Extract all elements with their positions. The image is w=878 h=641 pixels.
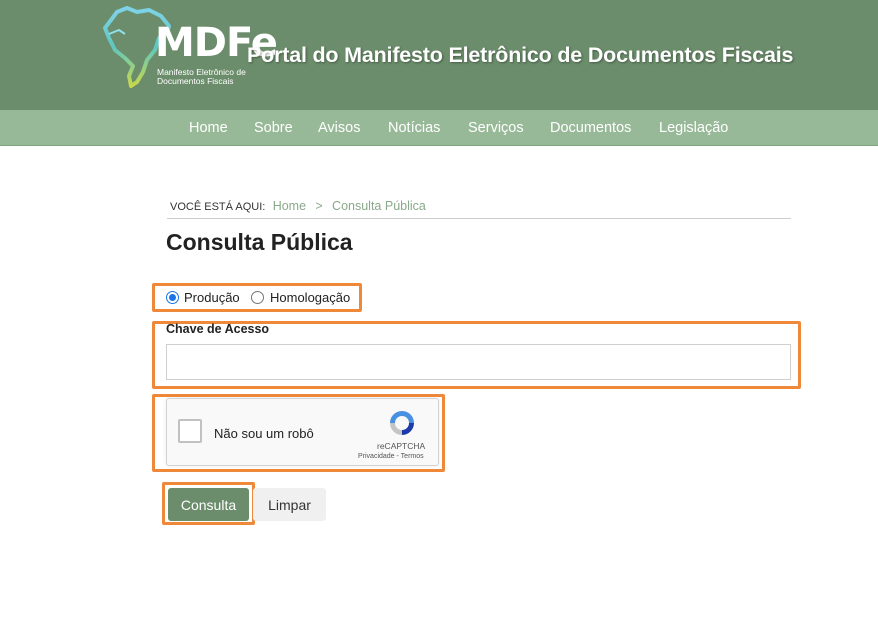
page-title: Consulta Pública xyxy=(166,229,353,255)
main-nav: Home Sobre Avisos Notícias Serviços Docu… xyxy=(0,110,878,146)
nav-item-servicos[interactable]: Serviços xyxy=(468,120,524,136)
breadcrumb-current: Consulta Pública xyxy=(332,199,426,213)
logo-subtitle-line2: Documentos Fiscais xyxy=(157,76,234,86)
nav-item-sobre[interactable]: Sobre xyxy=(254,120,293,136)
recaptcha-widget: Não sou um robô reCAPTCHA Privacidade - … xyxy=(166,398,439,466)
radio-homologacao-label[interactable]: Homologação xyxy=(270,290,350,305)
mdfe-logo[interactable]: MDFe Manifesto Eletrônico de Documentos … xyxy=(103,4,278,90)
breadcrumb-divider xyxy=(167,218,791,219)
access-key-label: Chave de Acesso xyxy=(166,322,270,336)
limpar-button[interactable]: Limpar xyxy=(253,488,326,521)
nav-item-legislacao[interactable]: Legislação xyxy=(659,120,728,136)
radio-producao[interactable] xyxy=(166,291,179,304)
recaptcha-brand: reCAPTCHA xyxy=(377,441,426,451)
recaptcha-logo-icon xyxy=(390,411,414,435)
recaptcha-links[interactable]: Privacidade - Termos xyxy=(358,453,424,460)
breadcrumb-home-link[interactable]: Home xyxy=(273,199,306,213)
radio-homologacao[interactable] xyxy=(251,291,264,304)
nav-item-home[interactable]: Home xyxy=(189,120,228,136)
breadcrumb-separator: > xyxy=(315,199,323,213)
site-header: MDFe Manifesto Eletrônico de Documentos … xyxy=(0,0,878,110)
breadcrumb: VOCÊ ESTÁ AQUI: Home > Consulta Pública xyxy=(170,199,426,213)
consulta-button[interactable]: Consulta xyxy=(168,488,249,521)
nav-item-avisos[interactable]: Avisos xyxy=(318,120,360,136)
portal-title: Portal do Manifesto Eletrônico de Docume… xyxy=(247,43,794,67)
logo-subtitle: Manifesto Eletrônico de Documentos Fisca… xyxy=(157,68,246,86)
breadcrumb-prefix: VOCÊ ESTÁ AQUI: xyxy=(170,201,266,213)
nav-item-documentos[interactable]: Documentos xyxy=(550,120,631,136)
recaptcha-label: Não sou um robô xyxy=(214,426,314,441)
radio-producao-label[interactable]: Produção xyxy=(184,290,240,305)
access-key-input[interactable] xyxy=(166,344,791,380)
recaptcha-checkbox[interactable] xyxy=(178,419,202,443)
nav-item-noticias[interactable]: Notícias xyxy=(388,120,440,136)
